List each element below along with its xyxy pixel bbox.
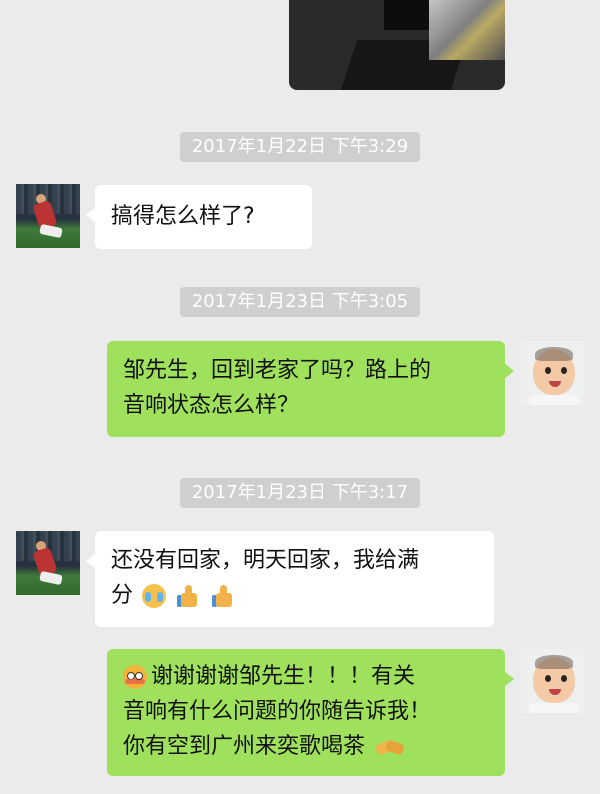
photo-shadow: [384, 0, 434, 30]
incoming-message-bubble[interactable]: 还没有回家，明天回家，我给满 分: [86, 531, 494, 627]
timestamp-2: 2017年1月23日 下午3:05: [0, 287, 600, 317]
message-text-line-1: 谢谢谢谢邹先生！！！有关: [123, 659, 489, 694]
message-text: 你有空到广州来奕歌喝茶: [123, 734, 366, 759]
flushed-face-icon: [123, 665, 147, 689]
crying-laughing-icon: [142, 584, 167, 608]
message-text: 邹先生，回到老家了吗？路上的: [123, 358, 432, 383]
avatar-player-legs: [39, 223, 63, 239]
message-text: 搞得怎么样了?: [111, 204, 255, 229]
handshake-icon: [374, 736, 406, 758]
message-text: 音响有什么问题的你随告诉我！: [123, 699, 432, 724]
avatar-eye: [545, 367, 551, 374]
message-text: 音响状态怎么样？: [123, 393, 300, 418]
avatar-player-legs: [39, 570, 63, 586]
my-avatar[interactable]: [521, 341, 585, 405]
outgoing-message-bubble[interactable]: 邹先生，回到老家了吗？路上的 音响状态怎么样？: [107, 341, 514, 437]
message-text-line-3: 你有空到广州来奕歌喝茶: [123, 729, 489, 764]
timestamp-label: 2017年1月23日 下午3:17: [179, 478, 421, 508]
photo-message[interactable]: [289, 0, 505, 90]
avatar-hair: [535, 347, 573, 361]
avatar-shirt: [529, 703, 579, 713]
message-text: 还没有回家，明天回家，我给满: [111, 548, 420, 573]
outgoing-message-bubble[interactable]: 谢谢谢谢邹先生！！！有关 音响有什么问题的你随告诉我！ 你有空到广州来奕歌喝茶: [107, 649, 514, 776]
message-text: 谢谢谢谢邹先生！！！有关: [151, 664, 416, 689]
message-text: 分: [111, 583, 134, 608]
timestamp-3: 2017年1月23日 下午3:17: [0, 478, 600, 508]
incoming-message-bubble[interactable]: 搞得怎么样了?: [86, 185, 312, 249]
avatar-eye: [561, 675, 567, 682]
photo-wrapping: [429, 0, 505, 60]
timestamp-label: 2017年1月22日 下午3:29: [179, 132, 421, 162]
message-text-line-2: 分: [111, 578, 478, 613]
sender-avatar[interactable]: [16, 184, 80, 248]
sender-avatar[interactable]: [16, 531, 80, 595]
avatar-eye: [561, 367, 567, 374]
timestamp-label: 2017年1月23日 下午3:05: [179, 287, 421, 317]
timestamp-1: 2017年1月22日 下午3:29: [0, 132, 600, 162]
thumbs-up-icon: [177, 584, 201, 608]
avatar-shirt: [529, 395, 579, 405]
avatar-eye: [545, 675, 551, 682]
my-avatar[interactable]: [521, 649, 585, 713]
thumbs-up-icon: [212, 584, 236, 608]
avatar-hair: [535, 655, 573, 669]
